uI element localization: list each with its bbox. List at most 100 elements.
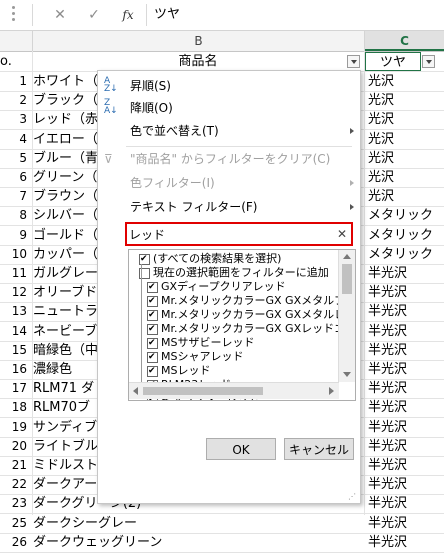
row-number[interactable]: 14 (0, 322, 30, 341)
header-cell-no[interactable]: o. (0, 52, 12, 71)
filter-list-item[interactable]: 現在の選択範囲をフィルターに追加 (129, 266, 337, 280)
row-number[interactable]: 15 (0, 341, 30, 360)
row-number[interactable]: 22 (0, 475, 30, 494)
scrollbar-thumb[interactable] (342, 264, 352, 294)
scroll-right-icon[interactable] (329, 387, 334, 395)
checkbox[interactable] (147, 322, 158, 336)
filter-list-item[interactable]: MSシャアレッド (129, 350, 337, 364)
cell-gloss[interactable]: 半光沢 (366, 283, 444, 302)
checkbox[interactable] (147, 350, 158, 364)
formula-input[interactable]: ツヤ (150, 0, 444, 30)
row-number[interactable]: 25 (0, 514, 30, 533)
menu-item-sort-by-color[interactable]: 色で並べ替え(T) (98, 120, 360, 142)
scroll-down-icon[interactable] (343, 372, 351, 377)
menu-item-text-filter[interactable]: テキスト フィルター(F) (98, 196, 360, 218)
cell-gloss[interactable]: 半光沢 (366, 475, 444, 494)
column-header-b[interactable]: B (33, 31, 365, 51)
filter-list-item[interactable]: MSレッド (129, 364, 337, 378)
checkbox[interactable] (147, 308, 158, 322)
row-number[interactable]: 4 (0, 130, 30, 149)
row-number[interactable]: 16 (0, 360, 30, 379)
checkbox[interactable] (147, 294, 158, 308)
row-number[interactable]: 26 (0, 533, 30, 552)
row-number[interactable]: 19 (0, 418, 30, 437)
cell-gloss[interactable]: 半光沢 (366, 418, 444, 437)
cell-gloss[interactable]: 光沢 (366, 72, 444, 91)
checkbox[interactable] (147, 364, 158, 378)
resize-grip-icon[interactable]: ⋰ (348, 492, 358, 502)
cell-gloss[interactable]: 半光沢 (366, 456, 444, 475)
cancel-button[interactable]: キャンセル (284, 438, 354, 460)
menu-item-filter-by-color[interactable]: 色フィルター(I) (98, 172, 360, 194)
row-number[interactable]: 5 (0, 149, 30, 168)
checkbox[interactable] (147, 280, 158, 294)
row-number[interactable]: 7 (0, 187, 30, 206)
cancel-entry-icon[interactable]: ✕ (46, 6, 74, 24)
checkbox[interactable] (147, 336, 158, 350)
cell-gloss[interactable]: 光沢 (366, 168, 444, 187)
clear-search-icon[interactable]: ✕ (335, 225, 349, 243)
scroll-left-icon[interactable] (133, 387, 138, 395)
cell-gloss[interactable]: メタリック (366, 206, 444, 225)
cell-gloss[interactable]: 半光沢 (366, 264, 444, 283)
cell-gloss[interactable]: 半光沢 (366, 533, 444, 552)
list-horizontal-scrollbar[interactable] (129, 382, 339, 399)
filter-search-input[interactable] (129, 226, 335, 242)
confirm-entry-icon[interactable]: ✓ (80, 6, 108, 24)
filter-list-item[interactable]: (すべての検索結果を選択) (129, 252, 337, 266)
row-number[interactable]: 12 (0, 283, 30, 302)
menu-item-sort-ascending[interactable]: A Z↓ 昇順(S) (98, 75, 360, 97)
cell-gloss[interactable]: 半光沢 (366, 322, 444, 341)
column-header-a[interactable] (0, 31, 33, 51)
ok-button[interactable]: OK (206, 438, 276, 460)
row-number[interactable]: 13 (0, 302, 30, 321)
filter-list-item[interactable]: GXディープクリアレッド (129, 280, 337, 294)
row-number[interactable]: 2 (0, 91, 30, 110)
cell-gloss[interactable]: 半光沢 (366, 302, 444, 321)
column-header-c[interactable]: C (365, 31, 444, 51)
row-number[interactable]: 18 (0, 398, 30, 417)
menu-item-clear-filter[interactable]: ⊽ "商品名" からフィルターをクリア(C) (98, 148, 360, 170)
header-cell-gloss[interactable]: ツヤ (365, 52, 421, 71)
filter-list-item[interactable]: Mr.メタリックカラーGX GXメタルレッ (129, 308, 355, 322)
row-number[interactable]: 1 (0, 72, 30, 91)
cell-gloss[interactable]: 光沢 (366, 149, 444, 168)
row-number[interactable]: 11 (0, 264, 30, 283)
cell-gloss[interactable]: 光沢 (366, 187, 444, 206)
cell-product-name[interactable]: ダークシーグレー (33, 514, 363, 533)
cell-gloss[interactable]: 光沢 (366, 91, 444, 110)
row-number[interactable]: 3 (0, 110, 30, 129)
cell-gloss[interactable]: 半光沢 (366, 494, 444, 513)
cell-gloss[interactable]: 半光沢 (366, 398, 444, 417)
row-number[interactable]: 17 (0, 379, 30, 398)
row-number[interactable]: 23 (0, 494, 30, 513)
scrollbar-thumb[interactable] (143, 387, 263, 395)
row-number[interactable]: 21 (0, 456, 30, 475)
filter-list-item[interactable]: MSサザビーレッド (129, 336, 337, 350)
filter-list-item[interactable]: Mr.メタリックカラーGX GXレッドゴー (129, 322, 355, 336)
header-cell-name[interactable]: 商品名 (33, 52, 363, 71)
row-number[interactable]: 8 (0, 206, 30, 225)
cell-gloss[interactable]: 半光沢 (366, 514, 444, 533)
filter-dropdown-button-name[interactable] (347, 55, 360, 68)
row-number[interactable]: 6 (0, 168, 30, 187)
filter-list-item[interactable]: Mr.メタリックカラーGX GXメタルブラ (129, 294, 355, 308)
list-vertical-scrollbar[interactable] (338, 250, 355, 382)
menu-item-sort-descending[interactable]: Z A↓ 降順(O) (98, 97, 360, 119)
cell-gloss[interactable]: 半光沢 (366, 360, 444, 379)
cell-gloss[interactable]: 光沢 (366, 130, 444, 149)
filter-dropdown-button-gloss[interactable] (422, 55, 435, 68)
filter-values-list[interactable]: (すべての検索結果を選択)現在の選択範囲をフィルターに追加GXディープクリアレッ… (128, 249, 356, 401)
cell-product-name[interactable]: ダークウェッグリーン (33, 533, 363, 552)
cell-gloss[interactable]: 半光沢 (366, 341, 444, 360)
cell-gloss[interactable]: メタリック (366, 226, 444, 245)
cell-gloss[interactable]: メタリック (366, 245, 444, 264)
insert-function-button[interactable]: fx (114, 6, 142, 24)
row-number[interactable]: 20 (0, 437, 30, 456)
cell-gloss[interactable]: 半光沢 (366, 379, 444, 398)
scroll-up-icon[interactable] (343, 254, 351, 259)
cell-gloss[interactable]: 光沢 (366, 110, 444, 129)
row-number[interactable]: 10 (0, 245, 30, 264)
row-number[interactable]: 9 (0, 226, 30, 245)
cell-gloss[interactable]: 半光沢 (366, 437, 444, 456)
